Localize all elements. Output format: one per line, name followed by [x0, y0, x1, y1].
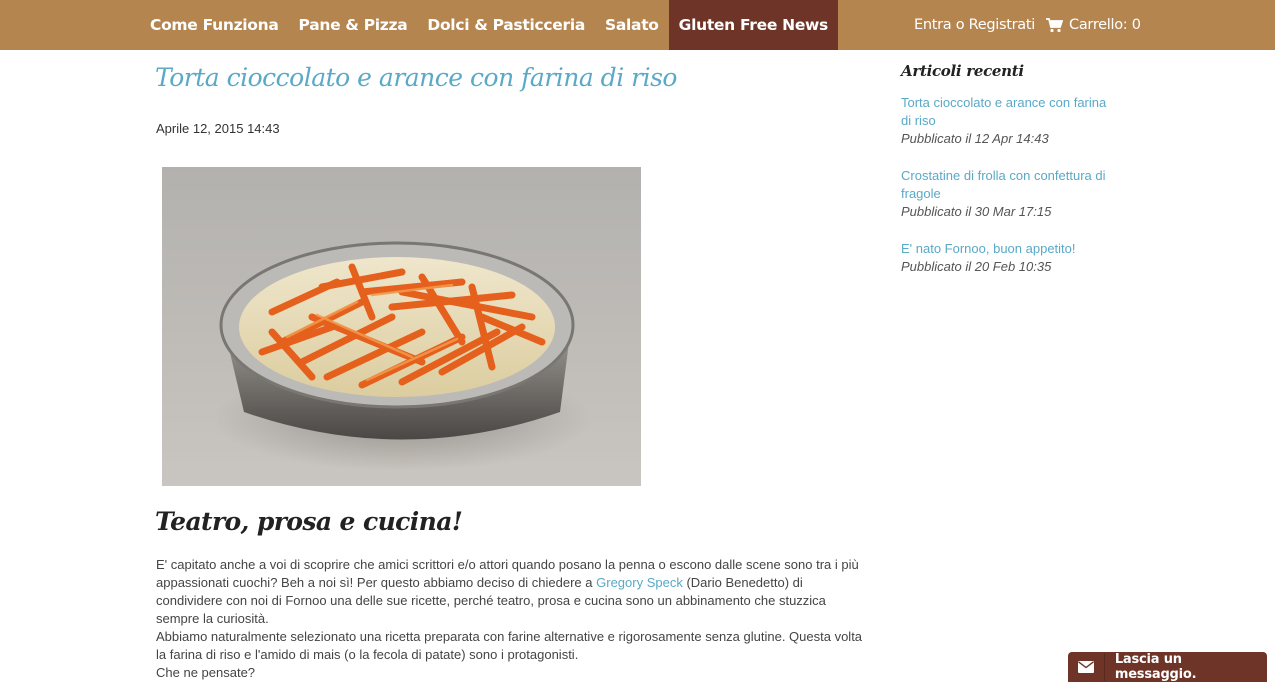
article-paragraph: Abbiamo naturalmente selezionato una ric… [156, 629, 863, 662]
recent-articles-sidebar: Articoli recenti Torta cioccolato e aran… [901, 62, 1121, 295]
article-section-heading: Teatro, prosa e cucina! [155, 507, 463, 536]
article-date: Aprile 12, 2015 14:43 [156, 121, 280, 136]
nav-item-salato[interactable]: Salato [595, 0, 669, 50]
article-paragraph: E' capitato anche a voi di scoprire che … [156, 556, 868, 628]
article-photo-tart [162, 167, 641, 486]
top-nav-bar: Come Funziona Pane & Pizza Dolci & Pasti… [0, 0, 1275, 50]
recent-article-item: Torta cioccolato e arance con farina di … [901, 94, 1121, 148]
leave-message-label: Lascia un messaggio. [1114, 652, 1197, 682]
gregory-speck-link[interactable]: Gregory Speck [596, 575, 683, 590]
nav-item-dolci-pasticceria[interactable]: Dolci & Pasticceria [417, 0, 595, 50]
recent-article-item: Crostatine di frolla con confettura di f… [901, 167, 1121, 221]
sidebar-heading: Articoli recenti [901, 62, 1024, 80]
article-body: E' capitato anche a voi di scoprire che … [156, 556, 868, 682]
recent-article-meta: Pubblicato il 12 Apr 14:43 [901, 131, 1049, 146]
leave-message-button[interactable]: Lascia un messaggio. [1068, 652, 1267, 682]
envelope-icon [1068, 653, 1105, 681]
cart-icon [1046, 17, 1063, 33]
login-register-link[interactable]: Entra o Registrati [914, 0, 1035, 50]
recent-article-meta: Pubblicato il 30 Mar 17:15 [901, 204, 1052, 219]
recent-article-link[interactable]: Torta cioccolato e arance con farina di … [901, 94, 1116, 130]
recent-article-link[interactable]: E' nato Fornoo, buon appetito! [901, 240, 1116, 258]
article-title: Torta cioccolato e arance con farina di … [155, 63, 677, 92]
nav-item-come-funziona[interactable]: Come Funziona [140, 0, 289, 50]
nav-item-pane-pizza[interactable]: Pane & Pizza [289, 0, 418, 50]
recent-article-meta: Pubblicato il 20 Feb 10:35 [901, 259, 1052, 274]
recent-article-item: E' nato Fornoo, buon appetito! Pubblicat… [901, 240, 1121, 276]
article-paragraph: Che ne pensate? [156, 665, 256, 680]
cart-label: Carrello: 0 [1069, 17, 1141, 33]
recent-article-link[interactable]: Crostatine di frolla con confettura di f… [901, 167, 1116, 203]
nav-item-gluten-free-news[interactable]: Gluten Free News [668, 0, 838, 50]
main-menu: Come Funziona Pane & Pizza Dolci & Pasti… [140, 0, 838, 50]
cart-link[interactable]: Carrello: 0 [1046, 0, 1141, 50]
